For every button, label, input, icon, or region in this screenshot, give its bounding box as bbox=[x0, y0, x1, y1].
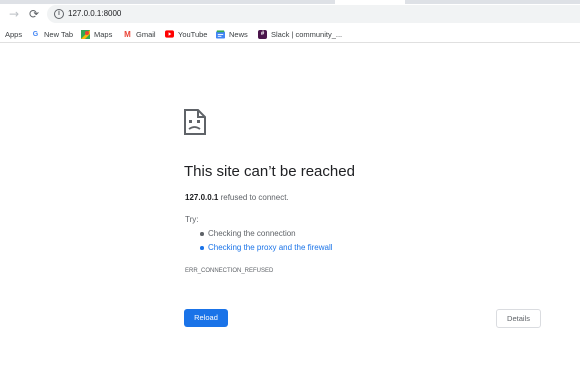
bookmark-label: Maps bbox=[94, 29, 113, 39]
bookmark-slack[interactable]: # Slack | community_... bbox=[258, 28, 342, 40]
bookmark-apps[interactable]: Apps bbox=[5, 28, 22, 40]
details-button[interactable]: Details bbox=[496, 309, 541, 328]
bookmark-new-tab[interactable]: G New Tab bbox=[31, 28, 73, 40]
bookmark-news[interactable]: News bbox=[216, 28, 248, 40]
bookmark-apps-label: Apps bbox=[5, 29, 23, 39]
address-bar[interactable]: i 127.0.0.1:8000 bbox=[47, 5, 580, 23]
error-message: refused to connect. bbox=[218, 193, 289, 202]
suggestion-text: Checking the connection bbox=[208, 229, 296, 238]
bookmarks-bar: Apps G New Tab Maps M Gmail YouTube News… bbox=[0, 24, 580, 43]
info-icon[interactable]: i bbox=[54, 9, 64, 19]
reload-button[interactable]: Reload bbox=[184, 309, 228, 327]
youtube-icon bbox=[165, 30, 174, 39]
try-label: Try: bbox=[185, 215, 199, 224]
browser-toolbar: → ⟳ i 127.0.0.1:8000 bbox=[0, 4, 580, 24]
error-host: 127.0.0.1 bbox=[185, 193, 219, 202]
bookmark-label: News bbox=[229, 29, 248, 39]
bullet bbox=[200, 246, 204, 250]
suggestion-link-text[interactable]: Checking the proxy and the firewall bbox=[208, 243, 333, 253]
sad-page-icon bbox=[183, 109, 207, 135]
maps-icon bbox=[81, 29, 90, 39]
bookmark-youtube[interactable]: YouTube bbox=[165, 28, 207, 40]
gmail-icon: M bbox=[124, 29, 131, 39]
bookmark-label: Gmail bbox=[136, 29, 156, 39]
error-code: ERR_CONNECTION_REFUSED bbox=[185, 268, 274, 274]
bookmark-label: Slack | community_... bbox=[271, 29, 343, 39]
google-icon: G bbox=[32, 30, 39, 38]
reload-icon[interactable]: ⟳ bbox=[26, 6, 42, 22]
news-icon bbox=[216, 29, 225, 39]
bookmark-label: YouTube bbox=[178, 29, 208, 39]
slack-icon: # bbox=[258, 29, 267, 39]
bookmark-maps[interactable]: Maps bbox=[81, 28, 112, 40]
error-title: This site can’t be reached bbox=[184, 163, 355, 180]
bullet bbox=[200, 232, 204, 236]
bookmark-label: New Tab bbox=[44, 29, 74, 39]
back-arrow-icon[interactable]: → bbox=[6, 6, 22, 22]
error-description: 127.0.0.1 refused to connect. bbox=[185, 193, 289, 203]
bookmark-gmail[interactable]: M Gmail bbox=[123, 28, 156, 40]
url-text[interactable]: 127.0.0.1:8000 bbox=[68, 8, 121, 20]
